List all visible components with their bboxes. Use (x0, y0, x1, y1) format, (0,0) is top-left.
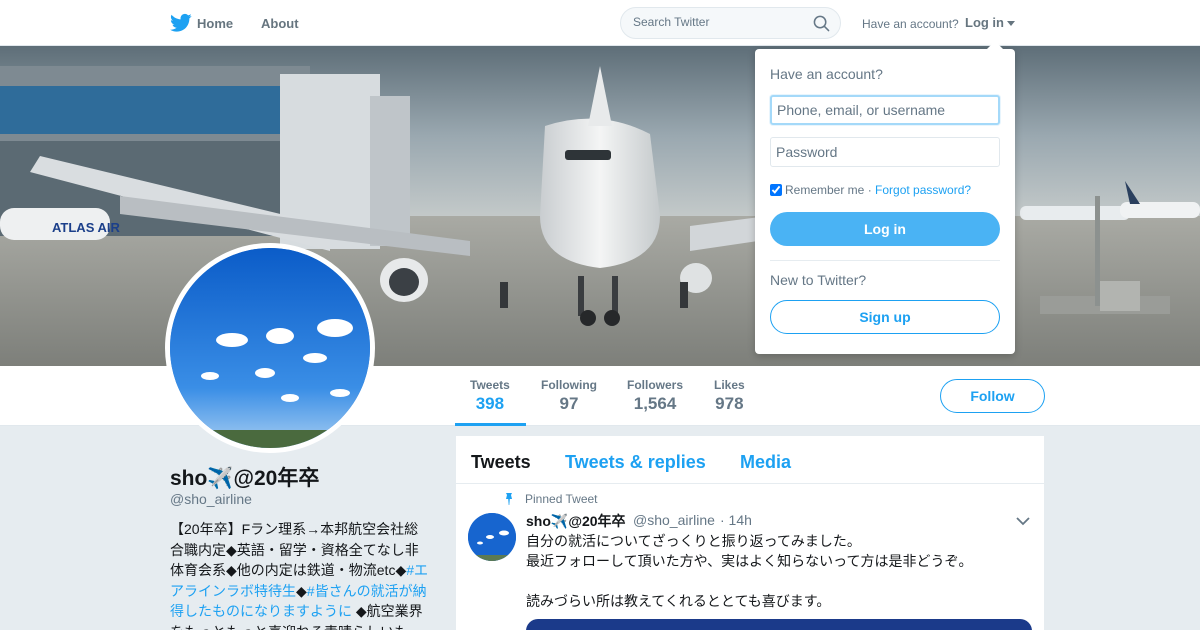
profile-bio: 【20年卒】Fラン理系→本邦航空会社総合職内定◆英語・留学・資格全てなし非体育会… (170, 519, 432, 630)
stat-following-label: Following (541, 378, 597, 392)
stat-tweets[interactable]: Tweets 398 (470, 378, 510, 414)
stat-followers-value: 1,564 (633, 394, 677, 413)
stat-following[interactable]: Following 97 (541, 378, 597, 414)
tweet-author-handle[interactable]: @sho_airline (633, 512, 715, 528)
login-dropdown-toggle[interactable]: Log in (965, 15, 1015, 30)
search-input[interactable] (633, 15, 803, 29)
profile-name: sho✈️@20年卒 (170, 467, 320, 490)
dropdown-arrow (986, 41, 1004, 50)
top-navigation: Home About Have an account? Log in (0, 0, 1200, 46)
login-dropdown: Have an account? Remember me · Forgot pa… (755, 49, 1015, 354)
twitter-bird-icon[interactable] (170, 13, 192, 33)
remember-me-checkbox[interactable] (770, 184, 782, 196)
banner-plane-livery: ATLAS AIR (52, 220, 120, 235)
login-dropdown-title: Have an account? (770, 66, 883, 82)
timeline: Tweets Tweets & replies Media Pinned Twe… (456, 436, 1044, 630)
stat-following-value: 97 (559, 394, 579, 413)
signup-button[interactable]: Sign up (770, 300, 1000, 334)
search-icon[interactable] (813, 15, 830, 32)
chevron-down-icon[interactable] (1016, 516, 1030, 526)
dropdown-divider (770, 260, 1000, 261)
nav-home-link[interactable]: Home (197, 16, 233, 31)
tweet-text-line: 最近フォローして頂いた方や、実はよく知らないって方は是非どうぞ。 (526, 553, 973, 569)
stat-followers[interactable]: Followers 1,564 (627, 378, 683, 414)
bio-text-separator: ◆ (296, 582, 307, 599)
nav-about-link[interactable]: About (261, 16, 299, 31)
password-field[interactable] (770, 137, 1000, 167)
tab-tweets-replies[interactable]: Tweets & replies (565, 452, 706, 473)
tweet-text: 自分の就活についてざっくりと振り返ってみました。 最近フォローして頂いた方や、実… (526, 531, 1026, 611)
login-link-label: Log in (965, 15, 1004, 30)
profile-handle: @sho_airline (170, 491, 252, 507)
bio-text: 【20年卒】Fラン理系→本邦航空会社総合職内定◆英語・留学・資格全てなし非体育会… (170, 521, 419, 578)
tweet-text-line: 読みづらい所は教えてくれるととても喜びます。 (526, 593, 831, 609)
tab-tweets[interactable]: Tweets (471, 452, 531, 473)
username-field[interactable] (770, 95, 1000, 125)
tweet-avatar-image (468, 513, 516, 561)
tweet-media-preview[interactable] (526, 619, 1032, 630)
remember-me-label[interactable]: Remember me (785, 183, 864, 197)
profile-avatar[interactable] (165, 243, 375, 453)
new-to-twitter-text: New to Twitter? (770, 272, 867, 288)
stat-likes[interactable]: Likes 978 (714, 378, 745, 414)
caret-down-icon (1007, 21, 1015, 27)
stat-followers-label: Followers (627, 378, 684, 392)
forgot-password-link[interactable]: Forgot password? (875, 183, 971, 197)
timeline-tabs: Tweets Tweets & replies Media (456, 436, 1044, 484)
follow-button[interactable]: Follow (940, 379, 1045, 413)
login-button[interactable]: Log in (770, 212, 1000, 246)
tweet-author-name[interactable]: sho✈️@20年卒 (526, 511, 626, 531)
search-box[interactable] (620, 7, 841, 39)
tweet-timestamp[interactable]: · 14h (720, 512, 752, 528)
pinned-tweet-label: Pinned Tweet (525, 492, 598, 506)
stat-likes-value: 978 (715, 394, 744, 413)
remember-me-row: Remember me · Forgot password? (770, 183, 971, 197)
have-account-text: Have an account? (862, 17, 959, 31)
stat-likes-label: Likes (714, 378, 745, 392)
tab-media[interactable]: Media (740, 452, 791, 473)
remember-separator: · (864, 183, 876, 197)
stat-tweets-value: 398 (475, 394, 505, 413)
tweet-text-line: 自分の就活についてざっくりと振り返ってみました。 (526, 533, 861, 549)
active-stat-underline (455, 423, 526, 426)
pin-icon (506, 493, 512, 505)
avatar-sky-image (170, 248, 370, 448)
tweet-avatar[interactable] (468, 513, 516, 561)
stat-tweets-label: Tweets (470, 378, 510, 392)
